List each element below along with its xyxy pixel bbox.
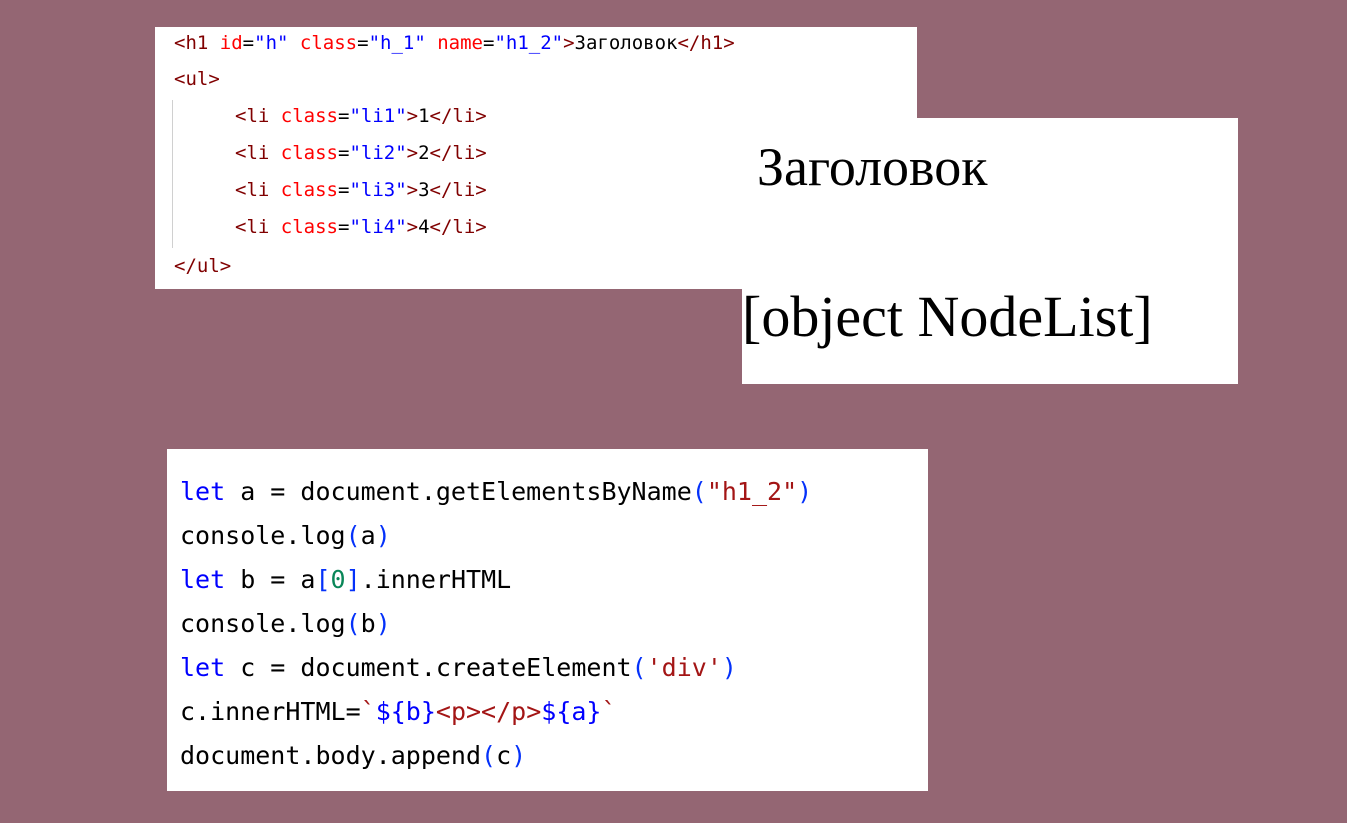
value-class: "li4": [349, 216, 407, 238]
code-text: b = a: [225, 565, 316, 594]
value-id: "h": [254, 32, 289, 54]
tag-open: <li: [235, 216, 270, 238]
tag-open: <li: [235, 142, 270, 164]
paren: ): [511, 741, 527, 770]
code-text: c.innerHTML=: [180, 697, 361, 726]
attr-id: id: [219, 32, 243, 54]
js-line-5: let c = document.createElement('div'): [180, 653, 737, 683]
rendered-nodelist-text: [object NodeList]: [742, 284, 1153, 349]
code-text: document.body.append: [180, 741, 482, 770]
paren: (: [691, 477, 707, 506]
code-line-li: <li class="li4">4</li>: [235, 216, 487, 238]
template-string: <p></p>: [435, 697, 542, 726]
value-name: "h1_2": [494, 32, 564, 54]
code-line-ul-close: </ul>: [174, 255, 232, 277]
string-literal: 'div': [646, 653, 722, 682]
tag-open: <h1: [174, 32, 209, 54]
paren: ): [721, 653, 737, 682]
value-class: "li3": [349, 179, 407, 201]
js-line-7: document.body.append(c): [180, 741, 526, 771]
li-content: 3: [418, 179, 430, 201]
paren: (: [631, 653, 647, 682]
code-line-li: <li class="li3">3</li>: [235, 179, 487, 201]
keyword-let: let: [180, 653, 226, 682]
code-text: .innerHTML: [360, 565, 512, 594]
paren: (: [345, 609, 361, 638]
tag-gt: >: [406, 179, 419, 201]
tag-close: </h1>: [677, 32, 735, 54]
li-content: 2: [418, 142, 430, 164]
code-arg: b: [360, 609, 376, 638]
tag-open: <li: [235, 179, 270, 201]
value-class: "h_1": [368, 32, 426, 54]
js-line-3: let b = a[0].innerHTML: [180, 565, 511, 595]
paren: ): [375, 609, 391, 638]
paren: (: [481, 741, 497, 770]
li-content: 4: [418, 216, 430, 238]
string-literal: "h1_2": [706, 477, 798, 506]
number-literal: 0: [330, 565, 346, 594]
attr-class: class: [280, 105, 338, 127]
attr-class: class: [280, 142, 338, 164]
attr-class: class: [280, 179, 338, 201]
keyword-let: let: [180, 565, 226, 594]
value-class: "li2": [349, 142, 407, 164]
paren: (: [345, 521, 361, 550]
attr-name: name: [437, 32, 483, 54]
code-text: console.log: [180, 521, 346, 550]
code-text: c = document.createElement: [225, 653, 632, 682]
rendered-output-panel: Заголовок [object NodeList]: [742, 118, 1238, 384]
attr-class: class: [280, 216, 338, 238]
h1-content: Заголовок: [574, 32, 678, 54]
code-line-ul-open: <ul>: [174, 68, 220, 90]
paren: ): [797, 477, 813, 506]
bracket: [: [315, 565, 331, 594]
code-text: console.log: [180, 609, 346, 638]
tag-gt: >: [406, 216, 419, 238]
code-arg: c: [496, 741, 512, 770]
li-content: 1: [418, 105, 430, 127]
template-interpolation: ${a}: [541, 697, 602, 726]
template-backtick: `: [601, 697, 617, 726]
keyword-let: let: [180, 477, 226, 506]
code-line-li: <li class="li2">2</li>: [235, 142, 487, 164]
value-class: "li1": [349, 105, 407, 127]
tag-close: </li>: [429, 179, 487, 201]
template-interpolation: ${b}: [375, 697, 436, 726]
js-code-panel: let a = document.getElementsByName("h1_2…: [167, 449, 928, 791]
indent-guide: [172, 100, 173, 248]
paren: ): [375, 521, 391, 550]
tag-close: </li>: [429, 142, 487, 164]
bracket: ]: [345, 565, 361, 594]
tag-open: <li: [235, 105, 270, 127]
js-line-2: console.log(a): [180, 521, 391, 551]
js-line-6: c.innerHTML=`${b}<p></p>${a}`: [180, 697, 617, 727]
code-line-li: <li class="li1">1</li>: [235, 105, 487, 127]
code-line-h1: <h1 id="h" class="h_1" name="h1_2">Загол…: [174, 32, 735, 54]
tag-gt: >: [406, 142, 419, 164]
tag-gt: >: [406, 105, 419, 127]
js-line-4: console.log(b): [180, 609, 391, 639]
js-line-1: let a = document.getElementsByName("h1_2…: [180, 477, 812, 507]
tag-gt: >: [563, 32, 575, 54]
tag-close: </li>: [429, 105, 487, 127]
template-backtick: `: [360, 697, 376, 726]
attr-class: class: [299, 32, 358, 54]
tag-close: </li>: [429, 216, 487, 238]
code-arg: a: [360, 521, 376, 550]
rendered-heading: Заголовок: [757, 137, 988, 197]
code-text: a = document.getElementsByName: [225, 477, 692, 506]
